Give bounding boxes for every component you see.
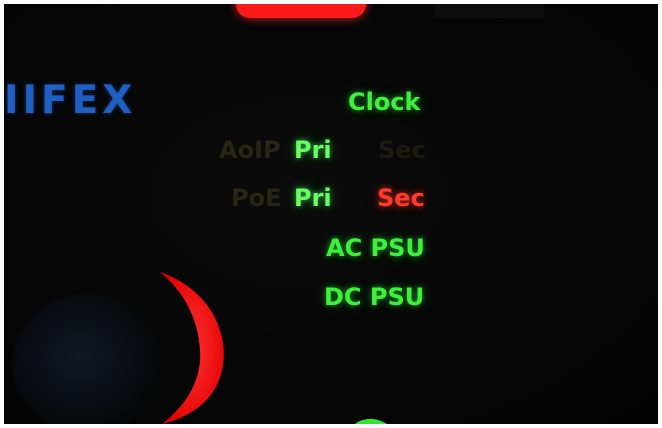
rotary-knob: [12, 294, 162, 424]
brand-logo-text: IIFEX: [4, 78, 137, 123]
ac-psu-indicator: AC PSU: [326, 234, 425, 262]
clock-indicator: Clock: [348, 88, 421, 116]
poe-sec-indicator: Sec: [377, 184, 425, 212]
poe-label: PoE: [231, 184, 282, 212]
aoip-pri-indicator: Pri: [294, 136, 332, 164]
device-panel-photo: IIFEX Clock AoIP Pri Sec PoE Pri Sec AC …: [4, 4, 658, 424]
green-ring-light: [355, 418, 387, 424]
aoip-sec-indicator: Sec: [378, 136, 426, 164]
poe-pri-indicator: Pri: [294, 184, 332, 212]
dc-psu-indicator: DC PSU: [324, 283, 425, 311]
top-red-indicator: [236, 4, 366, 18]
aoip-label: AoIP: [219, 136, 281, 164]
red-ring-light: [160, 272, 224, 424]
